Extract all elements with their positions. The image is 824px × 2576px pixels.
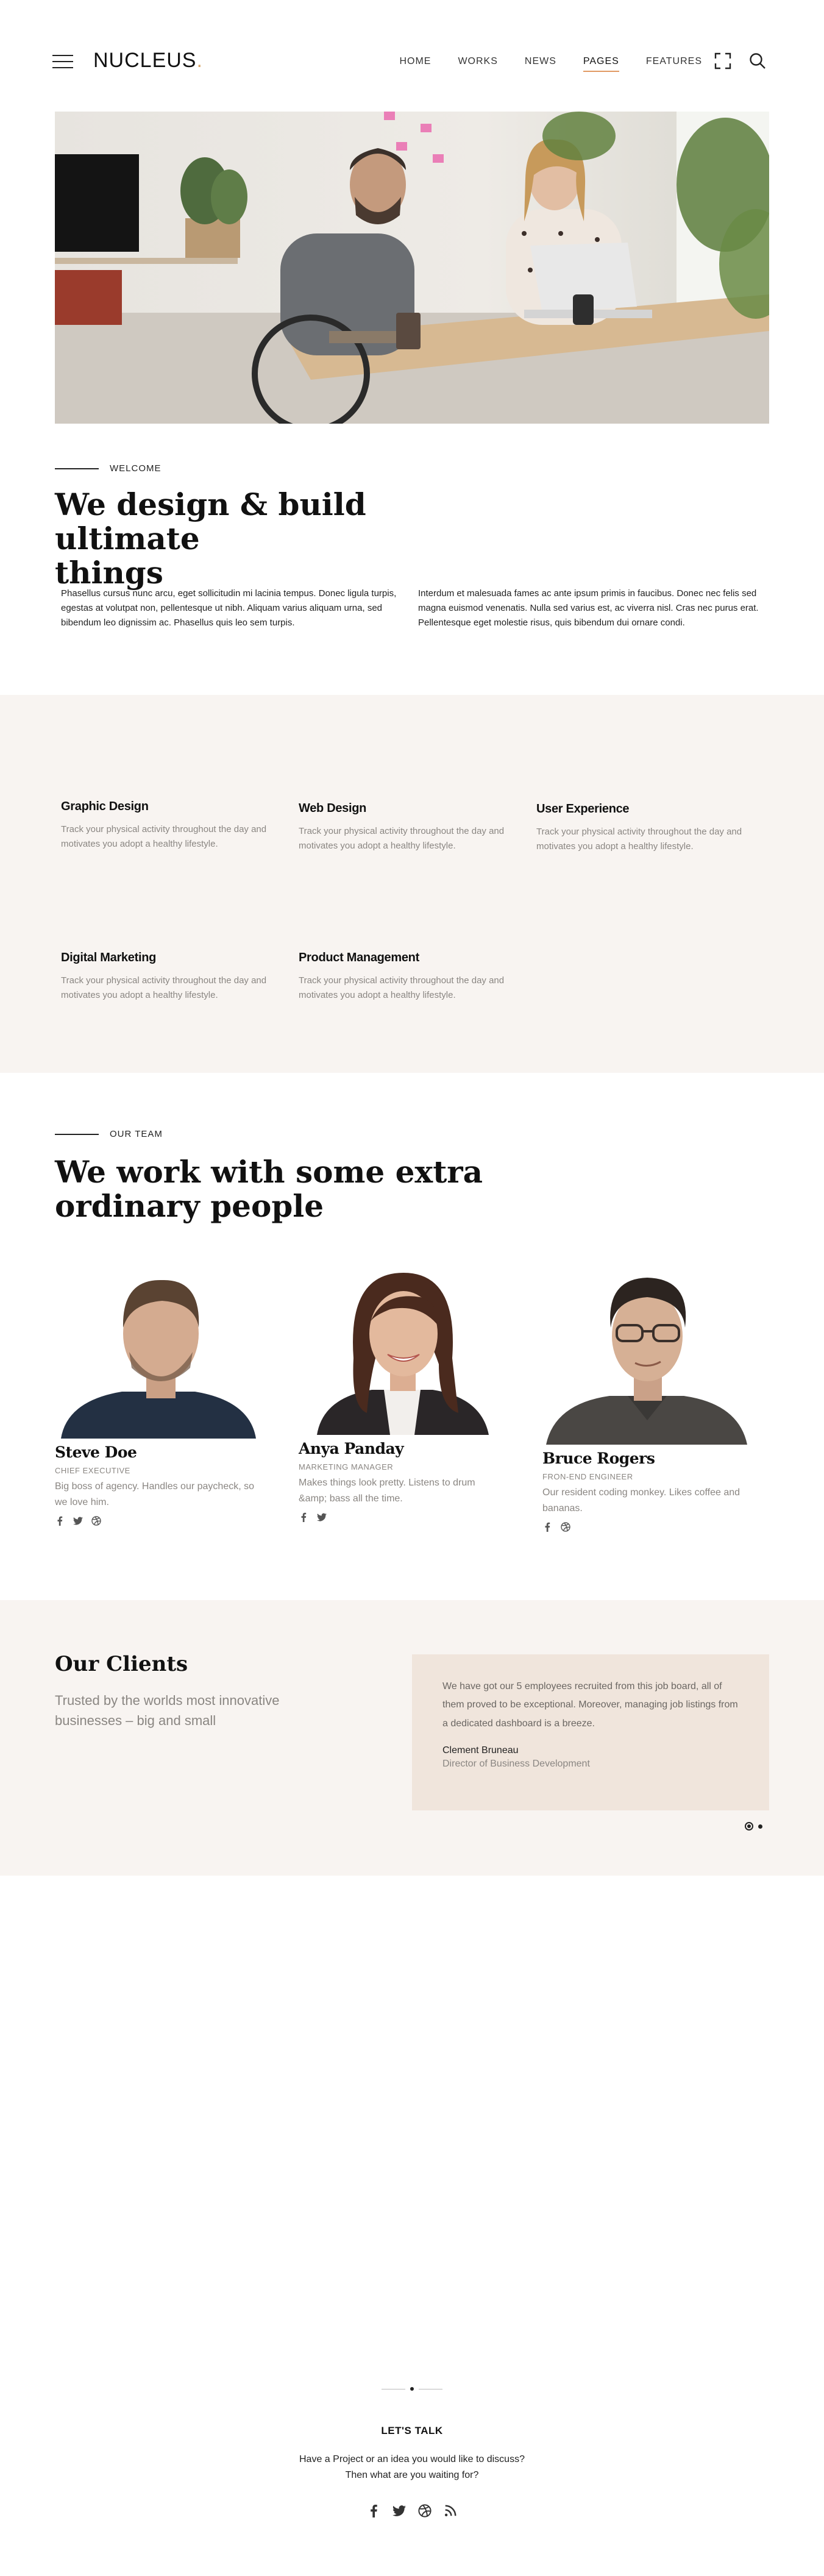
service-desc: Track your physical activity throughout … (299, 826, 505, 851)
member-bio: Makes things look pretty. Listens to dru… (299, 1478, 475, 1504)
logo-text: NUCLEUS (93, 49, 197, 72)
facebook-icon[interactable] (55, 1516, 65, 1526)
welcome-paragraph-left: Phasellus cursus nunc arcu, eget sollici… (61, 588, 397, 628)
facebook-icon[interactable] (299, 1512, 308, 1523)
main-nav: HOME WORKS NEWS PAGES FEATURES (372, 56, 702, 72)
service-title: User Experience (536, 802, 630, 816)
service-product-management: Product Management Track your physical a… (299, 951, 524, 1003)
team-member-bruce: Bruce Rogers FRON-END ENGINEER Our resid… (542, 1261, 750, 1532)
welcome-title-line2: things (55, 555, 163, 591)
member-name: Bruce Rogers (542, 1450, 655, 1467)
clients-section: Our Clients Trusted by the worlds most i… (0, 1600, 824, 1876)
testimonial-author-role: Director of Business Development (442, 1759, 590, 1770)
member-socials (299, 1512, 506, 1523)
welcome-eyebrow-label: WELCOME (110, 463, 162, 474)
service-desc: Track your physical activity throughout … (61, 975, 267, 1000)
carousel-pagination (745, 1822, 762, 1831)
site-header: NUCLEUS. HOME WORKS NEWS PAGES FEATURES (0, 0, 824, 125)
footer-socials (0, 2504, 824, 2517)
member-bio: Our resident coding monkey. Likes coffee… (542, 1487, 741, 1514)
member-role: CHIEF EXECUTIVE (55, 1466, 130, 1475)
team-title-line1: We work with some extra (55, 1154, 483, 1190)
team-member-steve: Steve Doe CHIEF EXECUTIVE Big boss of ag… (55, 1261, 262, 1526)
nav-home[interactable]: HOME (399, 56, 431, 72)
service-title: Web Design (299, 802, 367, 815)
member-name: Steve Doe (55, 1443, 137, 1461)
nav-features[interactable]: FEATURES (646, 56, 702, 72)
dribbble-icon[interactable] (418, 2504, 432, 2517)
footer-title: LET'S TALK (381, 2425, 443, 2436)
nav-works[interactable]: WORKS (458, 56, 497, 72)
service-digital-marketing: Digital Marketing Track your physical ac… (61, 951, 286, 1003)
team-title: We work with some extra ordinary people (55, 1155, 494, 1223)
service-title: Product Management (299, 951, 419, 964)
service-graphic-design: Graphic Design Track your physical activ… (61, 800, 286, 852)
team-title-line2: ordinary people (55, 1188, 324, 1224)
search-icon[interactable] (748, 52, 767, 70)
testimonial-author: Clement Bruneau (442, 1745, 519, 1756)
menu-icon[interactable] (52, 55, 73, 69)
footer-text-line2: Then what are you waiting for? (345, 2469, 479, 2480)
carousel-dot[interactable] (758, 1824, 762, 1829)
twitter-icon[interactable] (317, 1512, 327, 1522)
team-eyebrow-label: OUR TEAM (110, 1129, 163, 1139)
service-web-design: Web Design Track your physical activity … (299, 802, 524, 853)
facebook-icon[interactable] (367, 2504, 380, 2517)
footer-divider (382, 2387, 442, 2391)
avatar (299, 1261, 506, 1435)
welcome-eyebrow: WELCOME (55, 463, 162, 474)
welcome-paragraph-right: Interdum et malesuada fames ac ante ipsu… (418, 588, 759, 628)
services-section: Graphic Design Track your physical activ… (0, 695, 824, 1073)
member-socials (542, 1522, 750, 1532)
testimonial-card: We have got our 5 employees recruited fr… (412, 1654, 769, 1810)
nav-pages[interactable]: PAGES (583, 56, 619, 72)
service-desc: Track your physical activity throughout … (536, 827, 742, 852)
team-eyebrow: OUR TEAM (55, 1129, 163, 1139)
member-role: FRON-END ENGINEER (542, 1472, 633, 1481)
member-role: MARKETING MANAGER (299, 1462, 394, 1471)
footer-text-line1: Have a Project or an idea you would like… (299, 2454, 525, 2464)
twitter-icon[interactable] (73, 1516, 83, 1526)
service-title: Graphic Design (61, 800, 149, 813)
logo-dot: . (196, 49, 203, 72)
rss-icon[interactable] (444, 2504, 457, 2517)
avatar (542, 1261, 750, 1445)
carousel-dot-active[interactable] (745, 1822, 753, 1831)
avatar (55, 1261, 262, 1439)
logo[interactable]: NUCLEUS. (93, 49, 203, 73)
service-desc: Track your physical activity throughout … (61, 824, 267, 849)
testimonial-quote: We have got our 5 employees recruited fr… (442, 1681, 738, 1729)
member-name: Anya Panday (299, 1440, 404, 1457)
team-member-anya: Anya Panday MARKETING MANAGER Makes thin… (299, 1261, 506, 1523)
dribbble-icon[interactable] (561, 1522, 570, 1532)
footer-text: Have a Project or an idea you would like… (0, 2452, 824, 2483)
clients-subtitle: Trusted by the worlds most innovative bu… (55, 1693, 280, 1728)
twitter-icon[interactable] (392, 2504, 406, 2517)
nav-news[interactable]: NEWS (525, 56, 556, 72)
service-user-experience: User Experience Track your physical acti… (536, 802, 762, 854)
service-title: Digital Marketing (61, 951, 157, 964)
welcome-title: We design & build ultimate things (55, 488, 494, 590)
dribbble-icon[interactable] (91, 1516, 101, 1526)
expand-icon[interactable] (714, 52, 731, 69)
service-desc: Track your physical activity throughout … (299, 975, 505, 1000)
member-socials (55, 1516, 262, 1526)
welcome-title-line1: We design & build ultimate (55, 486, 366, 557)
hero-image (55, 112, 769, 424)
clients-title: Our Clients (55, 1652, 188, 1676)
member-bio: Big boss of agency. Handles our paycheck… (55, 1481, 254, 1507)
facebook-icon[interactable] (542, 1522, 552, 1532)
